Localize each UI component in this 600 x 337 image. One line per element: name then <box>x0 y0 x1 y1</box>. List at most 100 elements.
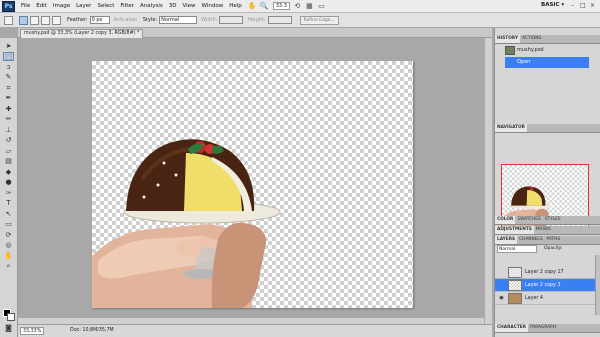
blur-tool-icon[interactable]: ◆ <box>3 168 14 177</box>
menu-3d[interactable]: 3D <box>166 3 180 9</box>
eyedropper-icon[interactable]: ✒ <box>3 94 14 103</box>
height-label: Height: <box>247 17 266 23</box>
layer-row-selected[interactable]: Layer 2 copy 3 <box>495 279 595 292</box>
menu-image[interactable]: Image <box>50 3 73 9</box>
arrange-docs-icon[interactable]: ▦ <box>305 2 314 10</box>
tab-adjustments[interactable]: ADJUSTMENTS <box>495 226 534 234</box>
menu-select[interactable]: Select <box>94 3 117 9</box>
layer-thumbnail <box>508 280 522 291</box>
history-brush-icon[interactable]: ↺ <box>3 136 14 145</box>
tab-channels[interactable]: CHANNELS <box>517 236 544 244</box>
background-color-swatch[interactable] <box>7 313 15 321</box>
zoom-icon[interactable]: 🔍 <box>260 2 269 10</box>
history-thumbnail <box>505 46 515 55</box>
maximize-icon[interactable]: □ <box>580 2 586 9</box>
healing-brush-icon[interactable]: ✚ <box>3 105 14 114</box>
layer-name: Layer 4 <box>525 296 543 301</box>
layers-scrollbar[interactable] <box>595 255 600 315</box>
gradient-tool-icon[interactable]: ▤ <box>3 157 14 166</box>
zoom-tool-icon[interactable]: ⌕ <box>3 262 14 271</box>
photoshop-logo: Ps <box>2 0 15 12</box>
screen-mode-icon[interactable]: ▭ <box>317 2 326 10</box>
tab-layers[interactable]: LAYERS <box>495 236 518 244</box>
tab-masks[interactable]: MASKS <box>534 226 553 234</box>
feather-label: Feather: <box>67 17 88 23</box>
tab-styles[interactable]: STYLES <box>543 216 563 224</box>
history-state-open[interactable]: Open <box>505 57 589 68</box>
cake-photo-layer <box>92 139 281 308</box>
hand-icon[interactable]: ✋ <box>248 2 257 10</box>
dodge-tool-icon[interactable]: ● <box>3 178 14 187</box>
crop-tool-icon[interactable]: ⌗ <box>3 84 14 93</box>
minimize-icon[interactable]: – <box>571 2 574 9</box>
layer-thumbnail <box>508 293 522 304</box>
adjustments-panel-tabs: ADJUSTMENTS MASKS <box>495 226 600 235</box>
lasso-tool-icon[interactable]: ↄ <box>3 63 14 72</box>
menu-file[interactable]: File <box>18 3 33 9</box>
tab-paragraph[interactable]: PARAGRAPH <box>528 324 558 332</box>
layer-row[interactable]: Layer 2 copy 17 <box>495 266 595 279</box>
navigator-panel-tabs: NAVIGATOR <box>495 124 600 133</box>
visibility-toggle[interactable] <box>498 269 505 276</box>
tab-color[interactable]: COLOR <box>495 216 516 224</box>
vertical-scrollbar[interactable] <box>484 38 492 324</box>
quick-mask-icon[interactable]: ◙ <box>3 324 14 333</box>
tab-history[interactable]: HISTORY <box>495 35 521 43</box>
document-canvas[interactable] <box>92 61 413 308</box>
workspace-switcher[interactable]: BASIC ▾ <box>541 2 564 8</box>
intersect-selection-button[interactable] <box>52 15 61 25</box>
tab-navigator[interactable]: NAVIGATOR <box>495 124 527 132</box>
clone-stamp-icon[interactable]: ⊥ <box>3 126 14 135</box>
layer-row[interactable]: ◉ Layer 4 <box>495 292 595 305</box>
zoom-level-field[interactable]: 33.3 <box>272 2 290 10</box>
move-tool-icon[interactable]: ➤ <box>3 42 14 51</box>
history-panel-tabs: HISTORY ACTIONS <box>495 35 600 44</box>
eraser-tool-icon[interactable]: ▱ <box>3 147 14 156</box>
tab-paths[interactable]: PATHS <box>545 236 563 244</box>
document-tab-strip: mushy.psd @ 33,3% (Layer 2 copy 3, RGB/8… <box>18 28 492 38</box>
width-field[interactable] <box>219 16 244 24</box>
marquee-tool-icon[interactable]: ⬚ <box>3 52 14 61</box>
menu-edit[interactable]: Edit <box>33 3 50 9</box>
3d-orbit-icon[interactable]: ◎ <box>3 241 14 250</box>
shape-tool-icon[interactable]: ▭ <box>3 220 14 229</box>
status-zoom-field[interactable]: 33,33% <box>20 327 45 335</box>
brush-tool-icon[interactable]: ✏ <box>3 115 14 124</box>
menu-analysis[interactable]: Analysis <box>137 3 166 9</box>
horizontal-scrollbar[interactable] <box>18 317 484 324</box>
quick-selection-icon[interactable]: ✎ <box>3 73 14 82</box>
menu-filter[interactable]: Filter <box>117 3 137 9</box>
history-snapshot[interactable]: mushy.psd <box>505 45 589 56</box>
refine-edge-button[interactable]: Refine Edge... <box>299 15 339 25</box>
menu-view[interactable]: View <box>179 3 198 9</box>
rotate-view-icon[interactable]: ⟲ <box>293 2 302 10</box>
type-tool-icon[interactable]: T <box>3 199 14 208</box>
eye-icon[interactable]: ◉ <box>498 295 505 302</box>
layer-name: Layer 2 copy 3 <box>525 283 561 288</box>
history-state-label: Open <box>517 59 531 65</box>
menu-help[interactable]: Help <box>226 3 245 9</box>
menu-window[interactable]: Window <box>199 3 227 9</box>
hand-tool-icon[interactable]: ✋ <box>3 252 14 261</box>
antialias-checkbox[interactable]: Anti-alias <box>114 17 137 23</box>
style-select[interactable]: Normal <box>159 16 198 24</box>
pen-tool-icon[interactable]: ✑ <box>3 189 14 198</box>
height-field[interactable] <box>267 16 292 24</box>
visibility-toggle[interactable] <box>498 282 505 289</box>
close-icon[interactable]: × <box>590 2 595 9</box>
new-selection-button[interactable] <box>19 15 28 25</box>
blend-mode-select[interactable]: Normal <box>497 245 537 253</box>
subtract-selection-button[interactable] <box>41 15 50 25</box>
add-selection-button[interactable] <box>30 15 39 25</box>
document-tab[interactable]: mushy.psd @ 33,3% (Layer 2 copy 3, RGB/8… <box>20 29 144 38</box>
tab-character[interactable]: CHARACTER <box>495 324 529 332</box>
feather-field[interactable]: 0 px <box>89 16 110 24</box>
style-label: Style: <box>142 17 158 23</box>
menu-layer[interactable]: Layer <box>73 3 94 9</box>
toolbox: ➤ ⬚ ↄ ✎ ⌗ ✒ ✚ ✏ ⊥ ↺ ▱ ▤ ◆ ● ✑ T ↖ ▭ ⟳ ◎ … <box>0 38 18 337</box>
3d-rotate-icon[interactable]: ⟳ <box>3 231 14 240</box>
path-selection-icon[interactable]: ↖ <box>3 210 14 219</box>
tab-actions[interactable]: ACTIONS <box>520 35 543 43</box>
tab-swatches[interactable]: SWATCHES <box>515 216 542 224</box>
marquee-preset-button[interactable] <box>4 15 13 25</box>
